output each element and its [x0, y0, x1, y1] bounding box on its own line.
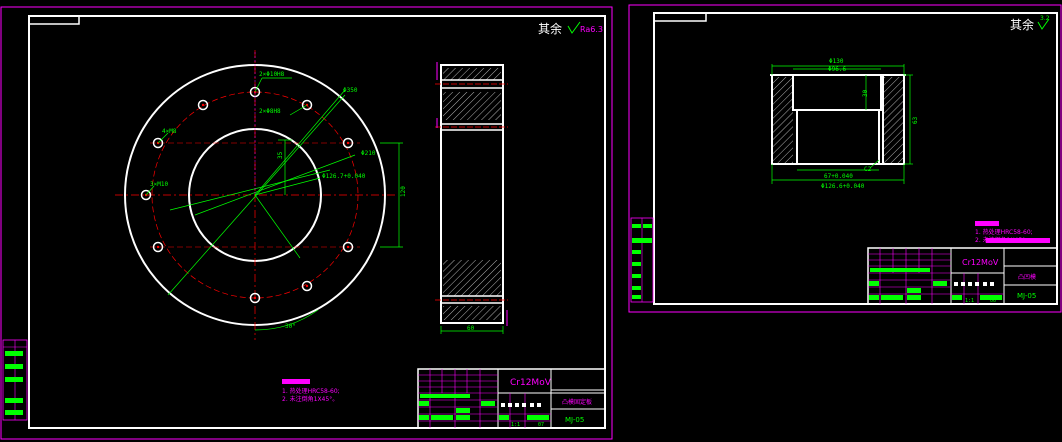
dim-bushing-chamfer: C2 [864, 166, 872, 173]
side-hatch-top-edge [443, 68, 501, 80]
dim-side-width: 60 [467, 325, 475, 332]
right-side-strip [630, 217, 654, 303]
cad-drawing-canvas: 其余 Ra6.3 2×Φ10H8 2×Φ8H8 4×M8 3×M10 Φ350 … [0, 4, 1062, 440]
bushing-section-view [770, 74, 906, 165]
right-material: Cr12MoV [962, 258, 999, 267]
dim-bushing-mid: Φ96.6 [828, 66, 846, 73]
plate-leaders [145, 77, 403, 331]
dim-angle: 30° [285, 323, 296, 330]
right-roughness-value: 3.2 [1040, 15, 1050, 22]
side-hatch-bottom-edge [443, 306, 501, 320]
dim-outer-dia: Φ350 [343, 87, 358, 94]
plate-front-view: 2×Φ10H8 2×Φ8H8 4×M8 3×M10 Φ350 Φ210 Φ126… [115, 50, 407, 340]
left-tech-notes: 技术要求 1. 热处理HRC58-60; 2. 未注倒角1X45°。 [282, 378, 340, 403]
dim-bore-dia: Φ210 [361, 150, 376, 157]
left-title-block: Cr12MoV 凸模固定板 MJ-05 1:1 07 [417, 368, 606, 429]
dim-bushing-bore: 67+0.040 [824, 173, 853, 180]
dim-screw-holes: 3×M10 [150, 181, 168, 188]
bushing-hatch-left [773, 77, 793, 163]
left-notes-item-2: 2. 未注倒角1X45°。 [282, 395, 338, 403]
left-scale: 1:1 [511, 422, 520, 428]
left-roughness-symbol-icon [567, 21, 581, 34]
right-title-block: Cr12MoV 凸凹模 MJ-05 1:1 06 [867, 247, 1058, 305]
right-notes-title: 技术要求 [977, 220, 993, 226]
bushing-bore [796, 109, 880, 165]
right-sheet: 其余 3.2 Φ130 Φ96.6 30 63 67+0.040 Φ126.6+… [628, 4, 1062, 313]
right-notes-item-1: 1. 热处理HRC58-60; [975, 228, 1033, 236]
left-sheet-tab [28, 15, 80, 25]
left-sheet-number: 07 [538, 422, 544, 428]
dim-bolt-circle: 2×Φ10H8 [259, 71, 285, 78]
right-roughness-prefix: 其余 [1010, 17, 1034, 32]
right-scale: 1:1 [965, 298, 974, 304]
dim-tap-holes: 4×M8 [162, 128, 177, 135]
dim-bushing-outer: Φ130 [829, 58, 844, 65]
dim-pin-holes: 2×Φ8H8 [259, 108, 281, 115]
side-hatch-top [443, 92, 501, 120]
right-part-name: 凸凹模 [1018, 273, 1036, 281]
right-tech-notes: 技术要求 1. 热处理HRC58-60; 2. 未注倒角1X45°。 [975, 220, 1050, 244]
right-sheet-tab [653, 12, 707, 22]
dim-center-height: 120 [400, 186, 407, 197]
dim-bushing-height: 63 [912, 116, 919, 124]
left-sheet-frame [28, 15, 606, 429]
bushing-hatch-right [883, 77, 903, 163]
left-material: Cr12MoV [510, 378, 552, 388]
plate-side-view: 60 [435, 62, 508, 334]
dim-bushing-depth: 30 [862, 89, 869, 97]
right-drawing-no: MJ-05 [1017, 292, 1036, 300]
left-drawing-no: MJ-05 [565, 416, 584, 424]
dim-bore-fit: Φ126.7+0.040 [322, 173, 366, 180]
left-part-name: 凸模固定板 [562, 398, 592, 406]
left-notes-item-1: 1. 热处理HRC58-60; [282, 387, 340, 395]
right-sheet-number: 06 [990, 298, 996, 304]
left-sheet: 其余 Ra6.3 2×Φ10H8 2×Φ8H8 4×M8 3×M10 Φ350 … [0, 6, 613, 440]
side-hatch-bottom [443, 260, 501, 296]
dim-height-small: 35 [277, 151, 284, 159]
dim-bushing-bottom: Φ126.6+0.040 [821, 183, 865, 190]
left-side-strip [2, 339, 28, 421]
left-roughness-value: Ra6.3 [580, 25, 603, 34]
left-notes-title: 技术要求 [284, 378, 300, 384]
left-sheet-outer-border [0, 6, 613, 440]
left-roughness-prefix: 其余 [538, 21, 562, 36]
